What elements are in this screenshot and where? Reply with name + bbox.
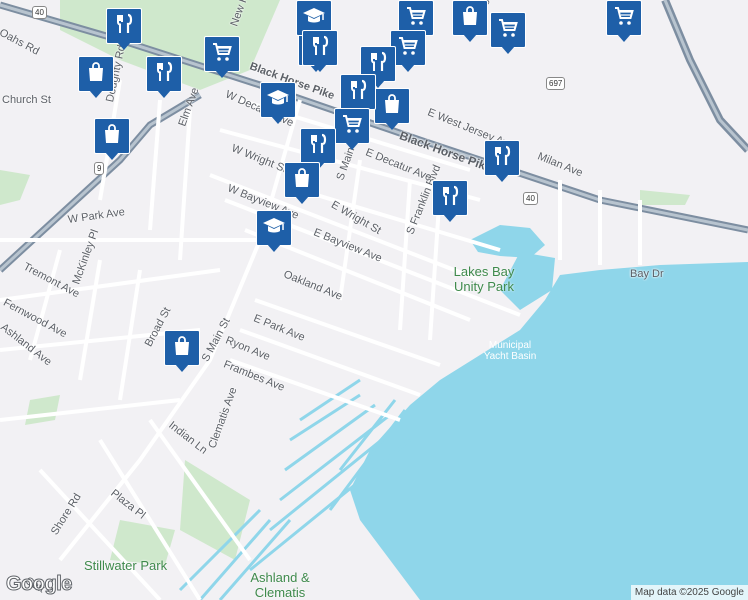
park-label: Stillwater Park (84, 558, 168, 573)
shopping-cart-icon (404, 4, 428, 33)
restaurant-icon (438, 184, 462, 213)
google-logo: Google (6, 573, 73, 596)
shopping-cart-icon (396, 34, 420, 63)
shopping-bag-icon (170, 334, 194, 363)
restaurant-icon (306, 132, 330, 161)
shopping-bag-icon (100, 122, 124, 151)
park-label: Ashland & Clematis (250, 570, 310, 600)
poi-pin-school[interactable] (256, 210, 292, 254)
shopping-bag-icon (380, 92, 404, 121)
restaurant-icon (112, 12, 136, 41)
poi-pin-restaurant[interactable] (106, 8, 142, 52)
poi-pin-shopping-bag[interactable] (284, 162, 320, 206)
shopping-cart-icon (340, 112, 364, 141)
route-shield-697: 697 (546, 77, 566, 90)
water-label: Municipal Yacht Basin (483, 340, 537, 362)
shopping-bag-icon (458, 4, 482, 33)
poi-pin-shopping-bag[interactable] (164, 330, 200, 374)
shopping-bag-icon (290, 166, 314, 195)
poi-pin-shopping-cart[interactable] (490, 12, 526, 56)
school-icon (302, 4, 326, 33)
poi-pin-shopping-bag[interactable] (78, 56, 114, 100)
shopping-cart-icon (612, 4, 636, 33)
poi-pin-restaurant[interactable] (146, 56, 182, 100)
route-shield-9: 9 (94, 162, 105, 175)
poi-pin-school[interactable] (260, 82, 296, 126)
street-label: Church St (2, 94, 51, 106)
poi-pin-shopping-cart[interactable] (204, 36, 240, 80)
poi-pin-shopping-bag[interactable] (94, 118, 130, 162)
restaurant-icon (490, 144, 514, 173)
route-shield-40-east: 40 (523, 192, 538, 205)
poi-pin-shopping-bag[interactable] (374, 88, 410, 132)
restaurant-icon (308, 34, 332, 63)
shopping-bag-icon (84, 60, 108, 89)
school-icon (262, 214, 286, 243)
poi-pin-shopping-cart[interactable] (606, 0, 642, 44)
park-label: Lakes Bay Unity Park (453, 264, 515, 294)
restaurant-icon (346, 78, 370, 107)
restaurant-icon (152, 60, 176, 89)
poi-pin-shopping-bag[interactable] (452, 0, 488, 44)
route-shield-40: 40 (32, 6, 47, 19)
school-icon (266, 86, 290, 115)
poi-pin-shopping-cart[interactable] (334, 108, 370, 152)
map-attribution[interactable]: Map data ©2025 Google (630, 585, 748, 600)
shopping-cart-icon (496, 16, 520, 45)
map-canvas[interactable]: 40 9 697 40 W Decatur Ave Black Horse Pi… (0, 0, 748, 600)
poi-pin-restaurant[interactable] (484, 140, 520, 184)
poi-pin-restaurant[interactable] (432, 180, 468, 224)
street-label: Bay Dr (630, 268, 664, 280)
poi-pin-restaurant[interactable] (302, 30, 338, 74)
shopping-cart-icon (210, 40, 234, 69)
